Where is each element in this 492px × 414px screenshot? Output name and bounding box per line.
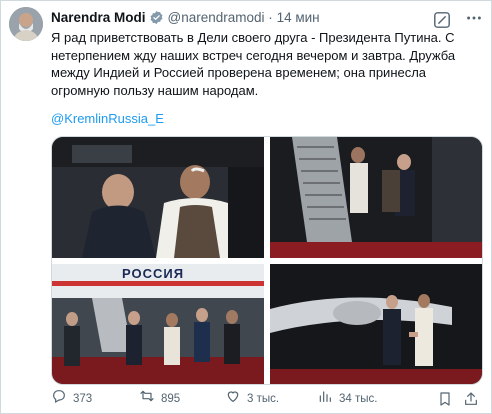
tweet-card: Narendra Modi @narendramodi · 14 мин Я ра… xyxy=(0,0,492,414)
views-button[interactable]: 34 тыс. xyxy=(317,389,377,409)
plane-lettering: РОССИЯ xyxy=(122,266,184,281)
tweet-actions: 373 895 3 тыс. 34 тыс. xyxy=(51,389,487,409)
author-avatar[interactable] xyxy=(9,7,43,41)
reply-count: 373 xyxy=(73,393,93,405)
views-icon xyxy=(317,388,339,411)
grok-icon[interactable] xyxy=(433,11,451,29)
author-handle[interactable]: @narendramodi xyxy=(168,10,265,25)
repost-icon xyxy=(139,388,161,411)
like-count: 3 тыс. xyxy=(247,393,280,405)
photo-airplane-steps[interactable] xyxy=(270,137,482,258)
like-icon xyxy=(225,388,247,411)
views-count: 34 тыс. xyxy=(339,393,378,405)
verified-badge-icon xyxy=(149,10,164,30)
media-grid[interactable]: РОССИЯ xyxy=(51,136,483,385)
repost-button[interactable]: 895 xyxy=(139,389,180,409)
photo-car-interior[interactable] xyxy=(52,137,264,258)
tweet-time[interactable]: 14 мин xyxy=(277,10,320,25)
more-icon[interactable] xyxy=(465,9,485,27)
reply-button[interactable]: 373 xyxy=(51,389,92,409)
reply-icon xyxy=(51,388,73,411)
header-separator: · xyxy=(268,10,273,25)
photo-plane-delegation[interactable]: РОССИЯ xyxy=(52,264,264,384)
author-name[interactable]: Narendra Modi xyxy=(51,10,146,25)
tweet-text: Я рад приветствовать в Дели своего друга… xyxy=(51,30,456,98)
like-button[interactable]: 3 тыс. xyxy=(225,389,279,409)
photo-handshake[interactable] xyxy=(270,264,482,384)
repost-count: 895 xyxy=(161,393,181,405)
mention-link[interactable]: @KremlinRussia_E xyxy=(51,111,164,126)
share-icon[interactable] xyxy=(463,389,485,409)
bookmark-icon[interactable] xyxy=(437,389,459,409)
tweet-header: Narendra Modi @narendramodi · 14 мин xyxy=(51,9,320,30)
